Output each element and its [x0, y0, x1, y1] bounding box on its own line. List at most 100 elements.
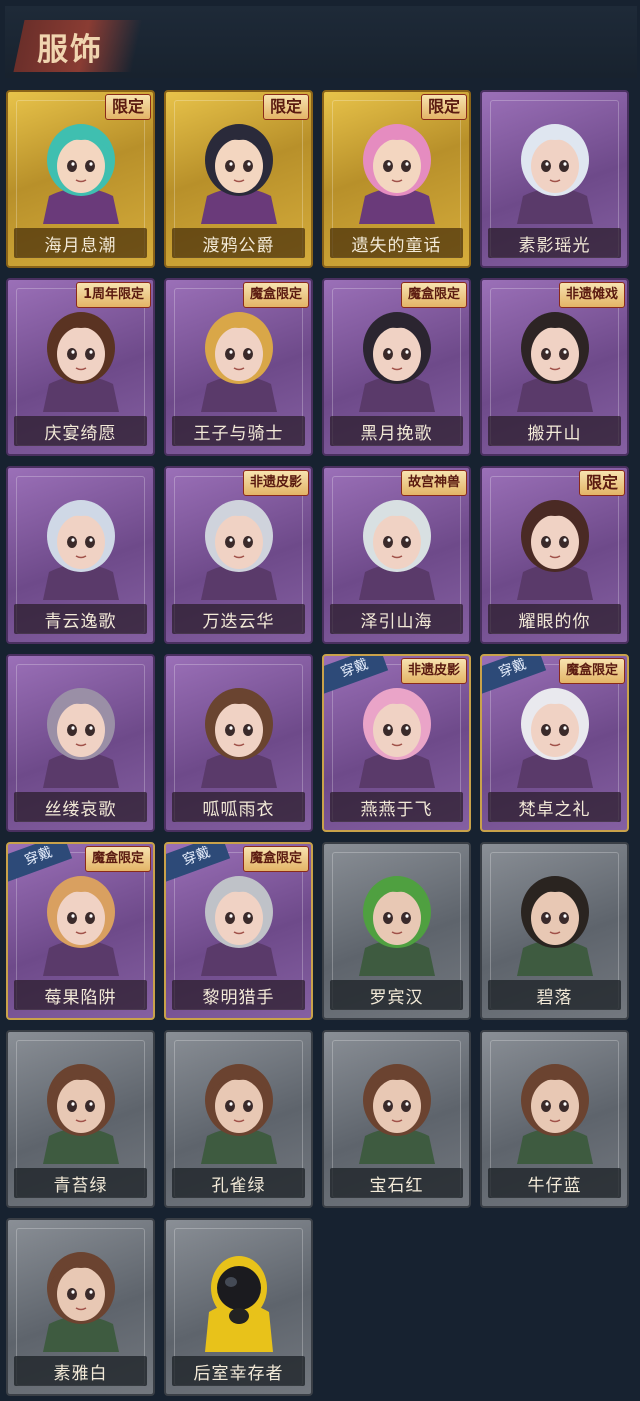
costume-name-bar: 渡鸦公爵: [172, 228, 305, 258]
costume-name-bar: 宝石红: [330, 1168, 463, 1198]
costume-name: 海月息潮: [44, 235, 117, 256]
costume-card[interactable]: 后室幸存者: [164, 1218, 313, 1396]
limited-tag: 故宫神兽: [400, 470, 467, 496]
masked-boy-icon: [516, 312, 593, 412]
costume-card[interactable]: 限定 耀眼的你: [480, 466, 629, 644]
limited-tag: 非遗傩戏: [558, 282, 625, 308]
costume-name-bar: 王子与骑士: [172, 416, 305, 446]
costume-card[interactable]: 魔盒限定 穿戴 莓果陷阱: [6, 842, 155, 1020]
costume-card[interactable]: 孔雀绿: [164, 1030, 313, 1208]
limited-tag: 限定: [420, 94, 467, 120]
costume-card[interactable]: 限定渡鸦公爵: [164, 90, 313, 268]
frog-hat-girl-icon: [200, 688, 277, 788]
costume-card[interactable]: 碧落: [480, 842, 629, 1020]
costume-card[interactable]: 魔盒限定 穿戴 黎明猎手: [164, 842, 313, 1020]
costume-name-bar: 素影瑶光: [488, 228, 621, 258]
costume-name: 素影瑶光: [518, 235, 591, 256]
costume-name-bar: 后室幸存者: [172, 1356, 305, 1386]
gas-mask-icon: [204, 1256, 273, 1352]
costume-name-bar: 遗失的童话: [330, 228, 463, 258]
costume-card[interactable]: 素影瑶光: [480, 90, 629, 268]
limited-tag: 魔盒限定: [400, 282, 467, 308]
costume-name: 碧落: [536, 987, 573, 1008]
costume-card[interactable]: 罗宾汉: [322, 842, 471, 1020]
costume-card[interactable]: 魔盒限定 王子与骑士: [164, 278, 313, 456]
costume-card[interactable]: 魔盒限定 穿戴 梵卓之礼: [480, 654, 629, 832]
costume-name: 青云逸歌: [44, 611, 117, 632]
costume-card[interactable]: 非遗皮影 穿戴 燕燕于飞: [322, 654, 471, 832]
costume-card[interactable]: 呱呱雨衣: [164, 654, 313, 832]
brown-hair-girl-icon: [42, 1064, 119, 1164]
costume-name-bar: 罗宾汉: [330, 980, 463, 1010]
costume-name: 宝石红: [369, 1175, 424, 1196]
silver-hair-boy-icon: [42, 500, 119, 600]
costume-name: 丝缕哀歌: [44, 799, 117, 820]
limited-tag: 非遗皮影: [400, 658, 467, 684]
costume-name-bar: 庆宴绮愿: [14, 416, 147, 446]
costume-card[interactable]: 青云逸歌: [6, 466, 155, 644]
brown-hair-girl-icon: [358, 1064, 435, 1164]
pink-hair-girl-icon: [358, 124, 435, 224]
costume-name: 渡鸦公爵: [202, 235, 275, 256]
blonde-prince-icon: [200, 312, 277, 412]
costume-card[interactable]: 非遗皮影 万迭云华: [164, 466, 313, 644]
costume-card[interactable]: 魔盒限定黑月挽歌: [322, 278, 471, 456]
costume-name-bar: 燕燕于飞: [330, 792, 463, 822]
costume-name: 遗失的童话: [351, 235, 442, 256]
costume-card[interactable]: 宝石红: [322, 1030, 471, 1208]
costume-name-bar: 青云逸歌: [14, 604, 147, 634]
costume-name: 泽引山海: [360, 611, 433, 632]
costume-name: 梵卓之礼: [518, 799, 591, 820]
hunter-boy-icon: [200, 876, 277, 976]
dark-hair-boy-icon: [516, 876, 593, 976]
costume-name-bar: 莓果陷阱: [14, 980, 147, 1010]
costume-name-bar: 丝缕哀歌: [14, 792, 147, 822]
white-hair-girl-icon: [516, 124, 593, 224]
dark-hair-noble-icon: [200, 124, 277, 224]
costume-name: 后室幸存者: [193, 1363, 284, 1384]
costume-name-bar: 万迭云华: [172, 604, 305, 634]
pink-curls-girl-icon: [358, 688, 435, 788]
costume-card[interactable]: 丝缕哀歌: [6, 654, 155, 832]
costume-name: 王子与骑士: [193, 423, 284, 444]
vampire-girl-icon: [516, 688, 593, 788]
costume-card[interactable]: 故宫神兽泽引山海: [322, 466, 471, 644]
costume-card[interactable]: 限定海月息潮: [6, 90, 155, 268]
long-silver-hair-icon: [200, 500, 277, 600]
brown-hair-girl-icon: [516, 1064, 593, 1164]
costume-card[interactable]: 青苔绿: [6, 1030, 155, 1208]
costume-card[interactable]: 限定遗失的童话: [322, 90, 471, 268]
costume-card[interactable]: 1周年限定庆宴绮愿: [6, 278, 155, 456]
limited-tag: 限定: [104, 94, 151, 120]
costume-card[interactable]: 素雅白: [6, 1218, 155, 1396]
costume-name-bar: 搬开山: [488, 416, 621, 446]
cowboy-hat-girl-icon: [516, 500, 593, 600]
costume-name-bar: 海月息潮: [14, 228, 147, 258]
costume-card[interactable]: 牛仔蓝: [480, 1030, 629, 1208]
costume-name: 莓果陷阱: [44, 987, 117, 1008]
green-hood-icon: [358, 876, 435, 976]
costume-name-bar: 呱呱雨衣: [172, 792, 305, 822]
costume-name: 黑月挽歌: [360, 423, 433, 444]
lace-headband-girl-icon: [42, 688, 119, 788]
costume-name: 素雅白: [53, 1363, 108, 1384]
costume-name-bar: 牛仔蓝: [488, 1168, 621, 1198]
costume-name-bar: 黎明猎手: [172, 980, 305, 1010]
limited-tag: 魔盒限定: [242, 846, 309, 872]
costume-name: 青苔绿: [53, 1175, 108, 1196]
costume-card[interactable]: 非遗傩戏搬开山: [480, 278, 629, 456]
berry-hat-girl-icon: [42, 876, 119, 976]
brown-hair-girl-icon: [200, 1064, 277, 1164]
limited-tag: 限定: [262, 94, 309, 120]
costume-name: 牛仔蓝: [527, 1175, 582, 1196]
costume-name-bar: 泽引山海: [330, 604, 463, 634]
cake-boy-icon: [42, 312, 119, 412]
costume-name-bar: 碧落: [488, 980, 621, 1010]
costume-name: 搬开山: [527, 423, 582, 444]
costume-name: 燕燕于飞: [360, 799, 433, 820]
costume-name: 呱呱雨衣: [202, 799, 275, 820]
limited-tag: 1周年限定: [75, 282, 151, 308]
dark-curls-girl-icon: [358, 312, 435, 412]
costume-name: 耀眼的你: [518, 611, 591, 632]
brown-hair-girl-icon: [42, 1252, 119, 1352]
